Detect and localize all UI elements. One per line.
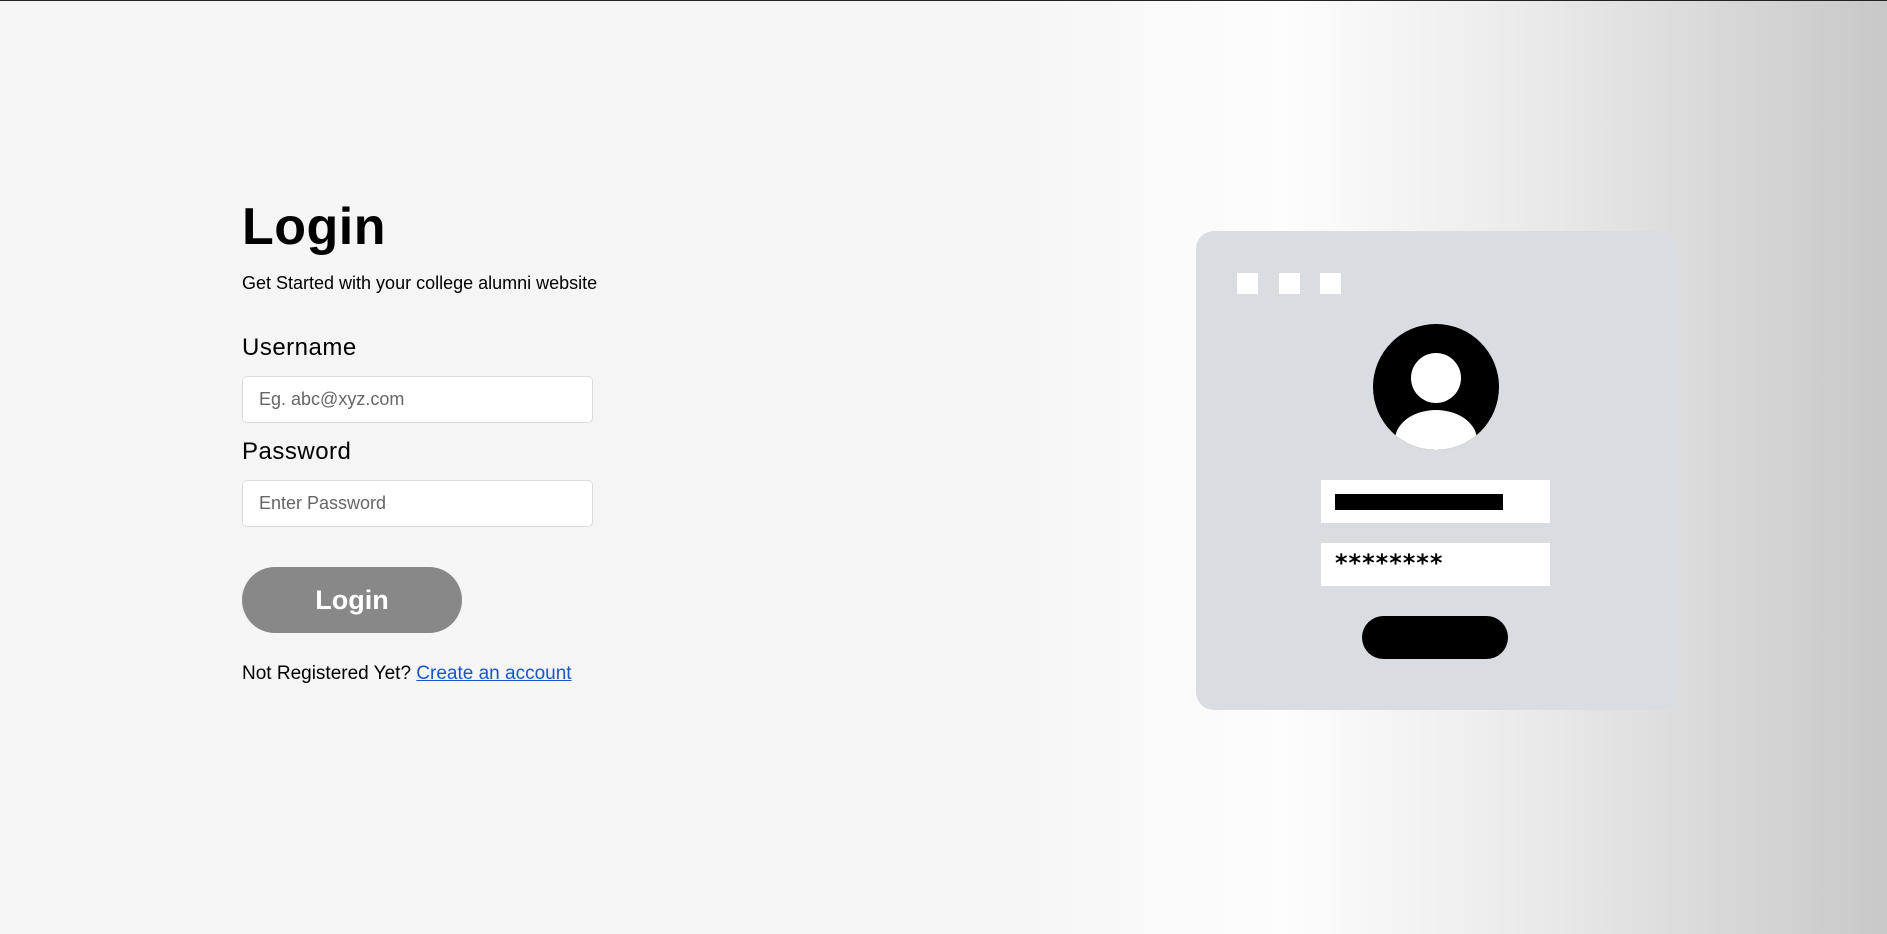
password-label: Password <box>242 438 352 465</box>
login-button[interactable]: Login <box>242 567 462 633</box>
register-text: Not Registered Yet? <box>242 663 412 684</box>
register-prompt: Not Registered Yet? Create an account <box>242 663 702 685</box>
user-avatar-icon <box>1373 324 1499 450</box>
illustration-password-field: ******** <box>1321 543 1550 586</box>
avatar-body <box>1395 410 1477 450</box>
page-title: Login <box>242 198 387 256</box>
username-label: Username <box>242 334 357 361</box>
avatar-head <box>1411 353 1461 403</box>
login-form: Login Get Started with your college alum… <box>242 201 702 685</box>
password-input[interactable] <box>242 480 593 527</box>
window-square-icon <box>1237 273 1258 294</box>
page-subtitle: Get Started with your college alumni web… <box>242 273 598 293</box>
illustration-button <box>1362 616 1508 659</box>
username-input[interactable] <box>242 376 593 423</box>
window-square-icon <box>1279 273 1300 294</box>
login-illustration: ******** <box>1196 231 1677 710</box>
window-square-icon <box>1320 273 1341 294</box>
illustration-password-mask: ******** <box>1335 549 1444 577</box>
illustration-username-bar <box>1335 494 1503 510</box>
create-account-link[interactable]: Create an account <box>416 663 571 684</box>
illustration-username-field <box>1321 480 1550 523</box>
